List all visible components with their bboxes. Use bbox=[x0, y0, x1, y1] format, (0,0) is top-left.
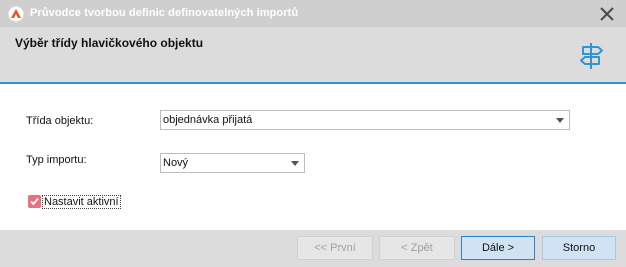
next-button[interactable]: Dále > bbox=[461, 236, 535, 260]
close-icon[interactable] bbox=[598, 5, 616, 23]
window-title: Průvodce tvorbou definic definovatelných… bbox=[30, 7, 299, 19]
class-select-value: objednávka přijatá bbox=[163, 114, 253, 126]
wizard-footer: << První < Zpět Dále > Storno bbox=[0, 230, 626, 267]
cancel-button[interactable]: Storno bbox=[542, 236, 616, 260]
first-button[interactable]: << První bbox=[297, 236, 373, 260]
class-select[interactable]: objednávka přijatá bbox=[160, 110, 570, 130]
chevron-down-icon bbox=[291, 161, 299, 166]
active-checkbox-label[interactable]: Nastavit aktivní bbox=[42, 195, 121, 209]
title-bar: Průvodce tvorbou definic definovatelných… bbox=[0, 0, 626, 27]
back-button[interactable]: < Zpět bbox=[379, 236, 455, 260]
active-checkbox[interactable] bbox=[28, 195, 41, 208]
chevron-down-icon bbox=[556, 118, 564, 123]
page-title: Výběr třídy hlavičkového objektu bbox=[15, 36, 204, 50]
app-logo-icon bbox=[8, 6, 24, 22]
type-label: Typ importu: bbox=[26, 154, 87, 166]
check-icon bbox=[30, 197, 39, 206]
wizard-header: Výběr třídy hlavičkového objektu bbox=[0, 27, 626, 84]
type-select[interactable]: Nový bbox=[160, 153, 305, 173]
signpost-icon bbox=[580, 43, 603, 69]
type-select-value: Nový bbox=[163, 157, 189, 169]
class-label: Třída objektu: bbox=[26, 115, 94, 127]
